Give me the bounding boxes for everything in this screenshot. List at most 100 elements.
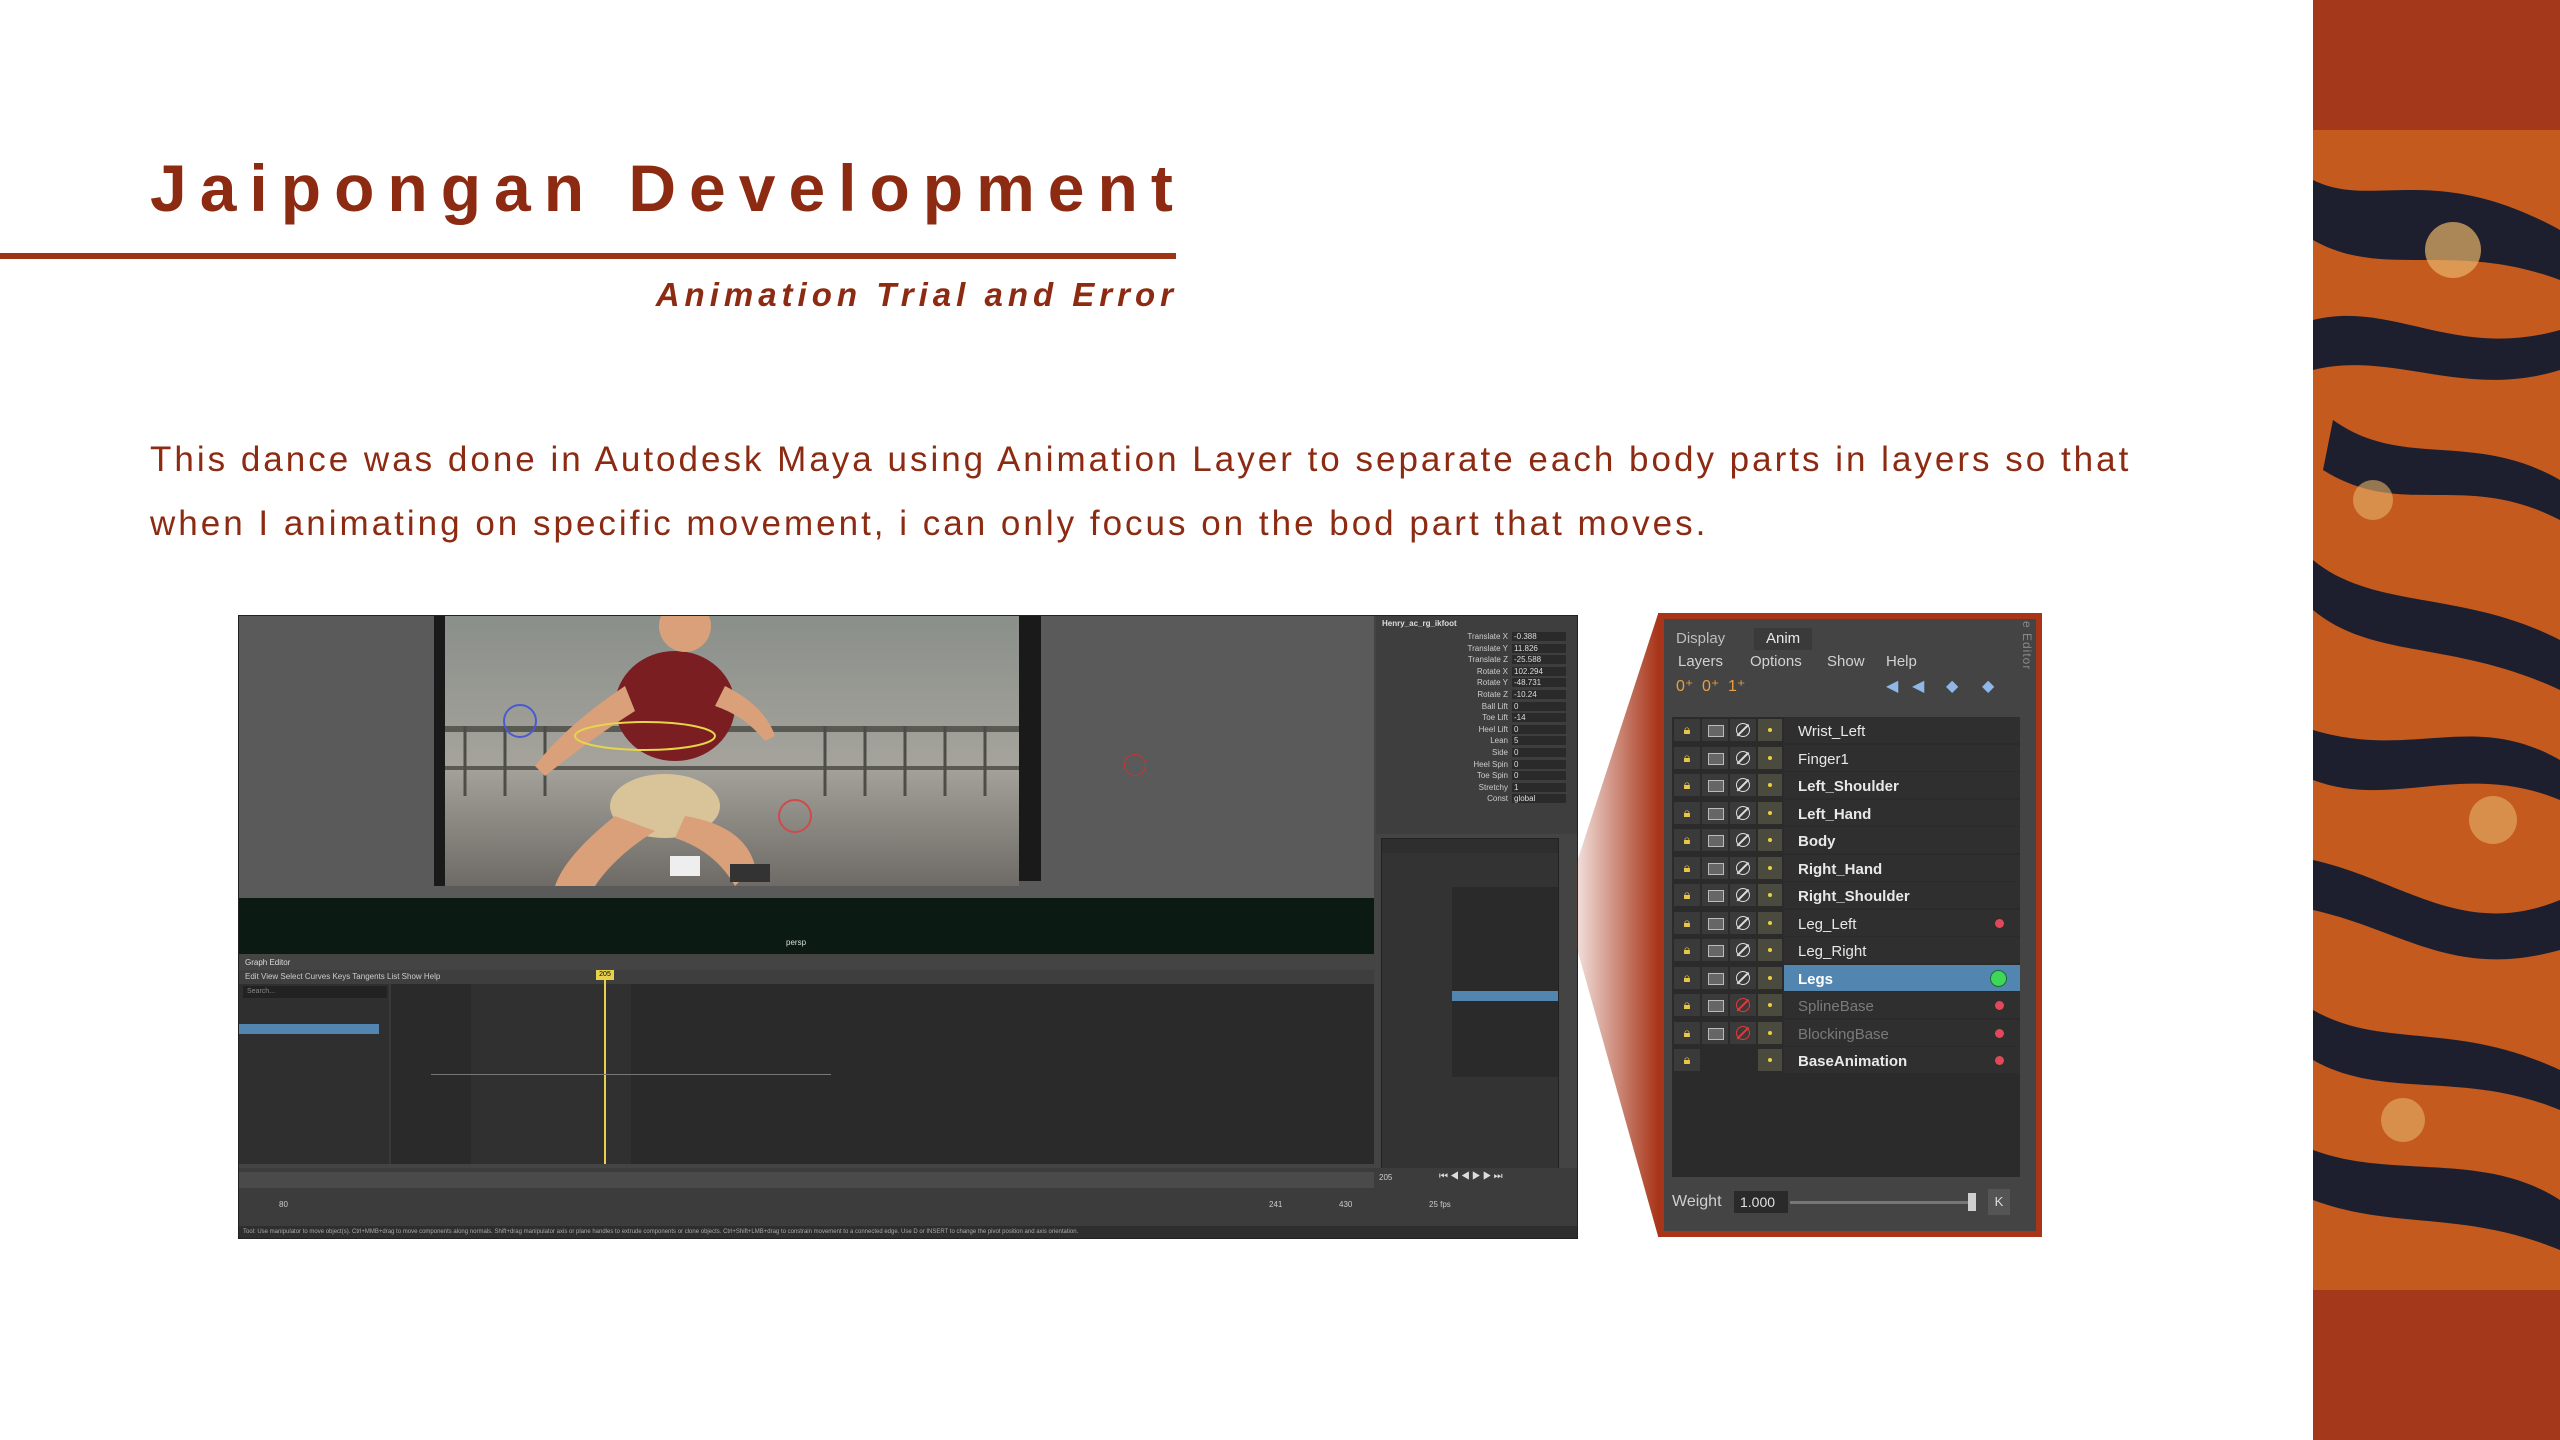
attribute-value[interactable]: 1 [1512,782,1566,792]
layer-solo-button[interactable] [1758,994,1782,1016]
layer-lock-button[interactable]: 🔒︎ [1674,801,1700,824]
zero-key-weight-icon[interactable]: 0⁺ [1702,677,1719,697]
layer-solo-button[interactable] [1758,911,1782,934]
channel-attribute[interactable]: Heel Lift 0 [1384,724,1570,735]
layer-name[interactable]: BlockingBase [1784,1019,2020,1046]
layer-solo-button[interactable] [1758,801,1782,824]
weight-key-button[interactable]: K [1988,1189,2010,1215]
channel-attribute[interactable]: Translate X -0.388 [1384,632,1570,642]
move-layer-down-icon[interactable]: ◀ [1912,677,1924,697]
layer-solo-button[interactable] [1758,774,1782,796]
layer-lock-button[interactable]: 🔒︎ [1674,939,1700,961]
playback-controls[interactable]: ⏮◀◀▶▶⏭ [1439,1171,1505,1182]
attribute-value[interactable]: 0 [1512,701,1566,711]
layer-name[interactable]: Right_Hand [1784,854,2020,881]
layer-name[interactable]: Right_Shoulder [1784,882,2020,908]
attribute-value[interactable]: -10.24 [1512,690,1566,699]
weight-slider-handle[interactable] [1968,1193,1976,1211]
menu-layers[interactable]: Layers [1678,651,1723,673]
layer-lock-button[interactable]: 🔒︎ [1674,884,1700,906]
range-start[interactable]: 80 [279,1200,288,1209]
layer-solo-button[interactable] [1758,966,1782,989]
channel-attribute[interactable]: Toe Spin 0 [1384,771,1570,781]
attribute-value[interactable]: 0 [1512,748,1566,757]
layer-ghost-button[interactable] [1702,774,1728,796]
layer-ghost-button[interactable] [1702,911,1728,934]
graph-editor-menu[interactable]: Edit View Select Curves Keys Tangents Li… [239,970,1374,984]
attribute-value[interactable]: -25.588 [1512,655,1566,665]
channel-attribute[interactable]: Rotate X 102.294 [1384,666,1570,677]
layer-name[interactable]: Body [1784,827,2020,853]
layer-row[interactable]: 🔒︎ Wrist_Left [1672,717,2020,743]
layer-solo-button[interactable] [1758,1021,1782,1044]
layer-row[interactable]: 🔒︎ Left_Shoulder [1672,772,2020,798]
attribute-value[interactable]: global [1512,794,1566,804]
attribute-value[interactable]: 102.294 [1512,666,1566,676]
layer-row[interactable]: 🔒︎ Right_Hand [1672,854,2020,881]
layer-name[interactable]: Legs [1784,964,2020,991]
zero-key-layer-icon[interactable]: 0⁺ [1676,677,1693,697]
move-layer-up-icon[interactable]: ◀ [1886,677,1898,697]
attribute-value[interactable]: -48.731 [1512,678,1566,688]
layer-solo-button[interactable] [1758,829,1782,851]
attribute-value[interactable]: -0.388 [1512,632,1566,641]
channel-attribute[interactable]: Side 0 [1384,748,1570,758]
menu-help[interactable]: Help [1886,651,1917,673]
layer-row[interactable]: 🔒︎ Legs [1672,964,2020,991]
full-key-weight-icon[interactable]: 1⁺ [1728,677,1745,697]
layer-mute-button[interactable] [1730,719,1756,741]
layer-solo-button[interactable] [1758,939,1782,961]
layer-name[interactable]: Wrist_Left [1784,717,2020,743]
layer-row[interactable]: 🔒︎ BlockingBase [1672,1019,2020,1046]
menu-show[interactable]: Show [1827,651,1865,673]
layer-ghost-button[interactable] [1702,719,1728,741]
layer-name[interactable]: Finger1 [1784,744,2020,771]
layer-lock-button[interactable]: 🔒︎ [1674,966,1700,989]
graph-area[interactable]: 205 [391,970,1374,1164]
layer-ghost-button[interactable] [1702,829,1728,851]
layer-mute-button[interactable] [1730,994,1756,1016]
tab-anim[interactable]: Anim [1754,628,1813,650]
layer-row[interactable]: 🔒︎ SplineBase [1672,992,2020,1018]
layer-mute-button[interactable] [1730,801,1756,824]
layer-name[interactable]: Leg_Left [1784,909,2020,936]
layer-solo-button[interactable] [1758,856,1782,879]
layer-name[interactable]: SplineBase [1784,992,2020,1018]
attribute-value[interactable]: 0 [1512,724,1566,734]
layer-mute-button[interactable] [1730,774,1756,796]
new-selected-layer-icon[interactable]: ◆ [1982,677,1994,697]
layer-ghost-button[interactable] [1702,1021,1728,1044]
layer-mute-button[interactable] [1730,856,1756,879]
channel-attribute[interactable]: Stretchy 1 [1384,782,1570,793]
layer-ghost-button[interactable] [1702,884,1728,906]
menu-options[interactable]: Options [1750,651,1802,673]
layer-mute-button[interactable] [1730,884,1756,906]
channel-attribute[interactable]: Rotate Y -48.731 [1384,678,1570,688]
weight-field[interactable]: 1.000 [1734,1191,1788,1213]
channel-attribute[interactable]: Lean 5 [1384,736,1570,746]
layer-row[interactable]: 🔒︎ Body [1672,827,2020,853]
manipulator-icon[interactable] [1124,754,1146,776]
layer-lock-button[interactable]: 🔒︎ [1674,746,1700,769]
layer-name[interactable]: BaseAnimation [1784,1047,2020,1073]
current-frame-field[interactable]: 205 [1379,1173,1392,1182]
layer-ghost-button[interactable] [1702,856,1728,879]
weight-slider-track[interactable] [1790,1201,1976,1204]
attribute-value[interactable]: -14 [1512,713,1566,723]
new-layer-icon[interactable]: ◆ [1946,677,1958,697]
attribute-value[interactable]: 5 [1512,736,1566,746]
channel-attribute[interactable]: Translate Z -25.588 [1384,655,1570,665]
channel-attribute[interactable]: Ball Lift 0 [1384,701,1570,712]
channel-attribute[interactable]: Const global [1384,794,1570,804]
layer-row[interactable]: 🔒︎ Left_Hand [1672,799,2020,826]
layer-row[interactable]: 🔒︎ Leg_Left [1672,909,2020,936]
end-frame[interactable]: 430 [1339,1200,1352,1209]
layer-ghost-button[interactable] [1702,939,1728,961]
layer-ghost-button[interactable] [1702,994,1728,1016]
layer-name[interactable]: Left_Shoulder [1784,772,2020,798]
layer-mute-button[interactable] [1730,829,1756,851]
layer-solo-button[interactable] [1758,746,1782,769]
layer-lock-button[interactable]: 🔒︎ [1674,911,1700,934]
layer-row[interactable]: 🔒︎ Leg_Right [1672,937,2020,963]
layer-lock-button[interactable]: 🔒︎ [1674,1021,1700,1044]
